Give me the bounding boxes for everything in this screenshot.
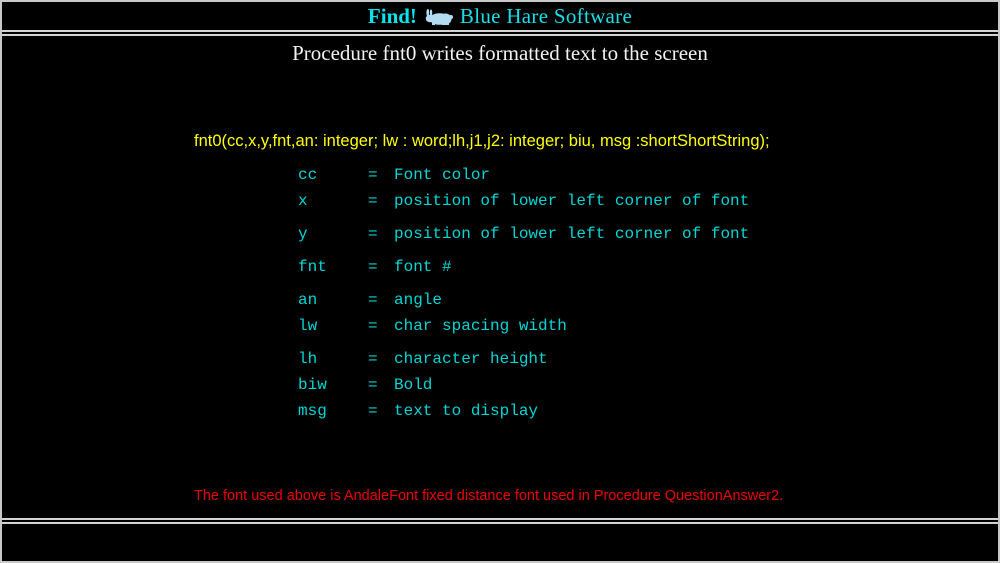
parameter-equals: = bbox=[368, 291, 378, 309]
parameter-name: msg bbox=[298, 402, 327, 420]
parameter-equals: = bbox=[368, 192, 378, 210]
parameter-row: msg = text to display bbox=[298, 398, 749, 424]
parameter-equals: = bbox=[368, 317, 378, 335]
parameter-description: font # bbox=[394, 258, 452, 276]
parameter-row: lh = character height bbox=[298, 346, 749, 372]
parameter-row: x = position of lower left corner of font bbox=[298, 188, 749, 214]
parameter-name: fnt bbox=[298, 258, 327, 276]
parameter-equals: = bbox=[368, 166, 378, 184]
brand-label: Blue Hare Software bbox=[459, 3, 633, 28]
parameter-row: cc = Font color bbox=[298, 162, 749, 188]
find-label: Find! bbox=[367, 3, 417, 28]
parameter-table: cc = Font color x = position of lower left co… bbox=[298, 162, 749, 424]
parameter-row: y = position of lower left corner of font bbox=[298, 221, 749, 247]
parameter-equals: = bbox=[368, 376, 378, 394]
font-footnote: The font used above is AndaleFont fixed … bbox=[194, 488, 784, 504]
parameter-name: y bbox=[298, 225, 308, 243]
parameter-description: Bold bbox=[394, 376, 433, 394]
parameter-description: character height bbox=[394, 350, 548, 368]
parameter-description: position of lower left corner of font bbox=[394, 225, 750, 243]
title-bar: Find! Blue Hare Software bbox=[2, 2, 998, 30]
parameter-description: Font color bbox=[394, 166, 491, 184]
page-title: Procedure fnt0 writes formatted text to … bbox=[292, 41, 708, 65]
parameter-row: lw = char spacing width bbox=[298, 313, 749, 339]
content-pane: Procedure fnt0 writes formatted text to … bbox=[2, 36, 998, 518]
parameter-equals: = bbox=[368, 350, 378, 368]
parameter-name: x bbox=[298, 192, 308, 210]
procedure-signature: fnt0(cc,x,y,fnt,an: integer; lw : word;l… bbox=[194, 132, 770, 150]
parameter-equals: = bbox=[368, 258, 378, 276]
parameter-row: an = angle bbox=[298, 287, 749, 313]
parameter-description: angle bbox=[394, 291, 443, 309]
parameter-row: fnt = font # bbox=[298, 254, 749, 280]
parameter-name: biw bbox=[298, 376, 327, 394]
parameter-description: position of lower left corner of font bbox=[394, 192, 750, 210]
status-bar bbox=[2, 524, 998, 561]
parameter-description: char spacing width bbox=[394, 317, 567, 335]
parameter-name: cc bbox=[298, 166, 318, 184]
application-window: Find! Blue Hare Software Procedure fnt0 … bbox=[0, 0, 1000, 563]
blue-hare-icon bbox=[423, 8, 453, 28]
parameter-name: lw bbox=[298, 317, 318, 335]
parameter-name: an bbox=[298, 291, 318, 309]
parameter-name: lh bbox=[298, 350, 318, 368]
parameter-row: biw = Bold bbox=[298, 372, 749, 398]
parameter-equals: = bbox=[368, 225, 378, 243]
parameter-description: text to display bbox=[394, 402, 539, 420]
parameter-equals: = bbox=[368, 402, 378, 420]
